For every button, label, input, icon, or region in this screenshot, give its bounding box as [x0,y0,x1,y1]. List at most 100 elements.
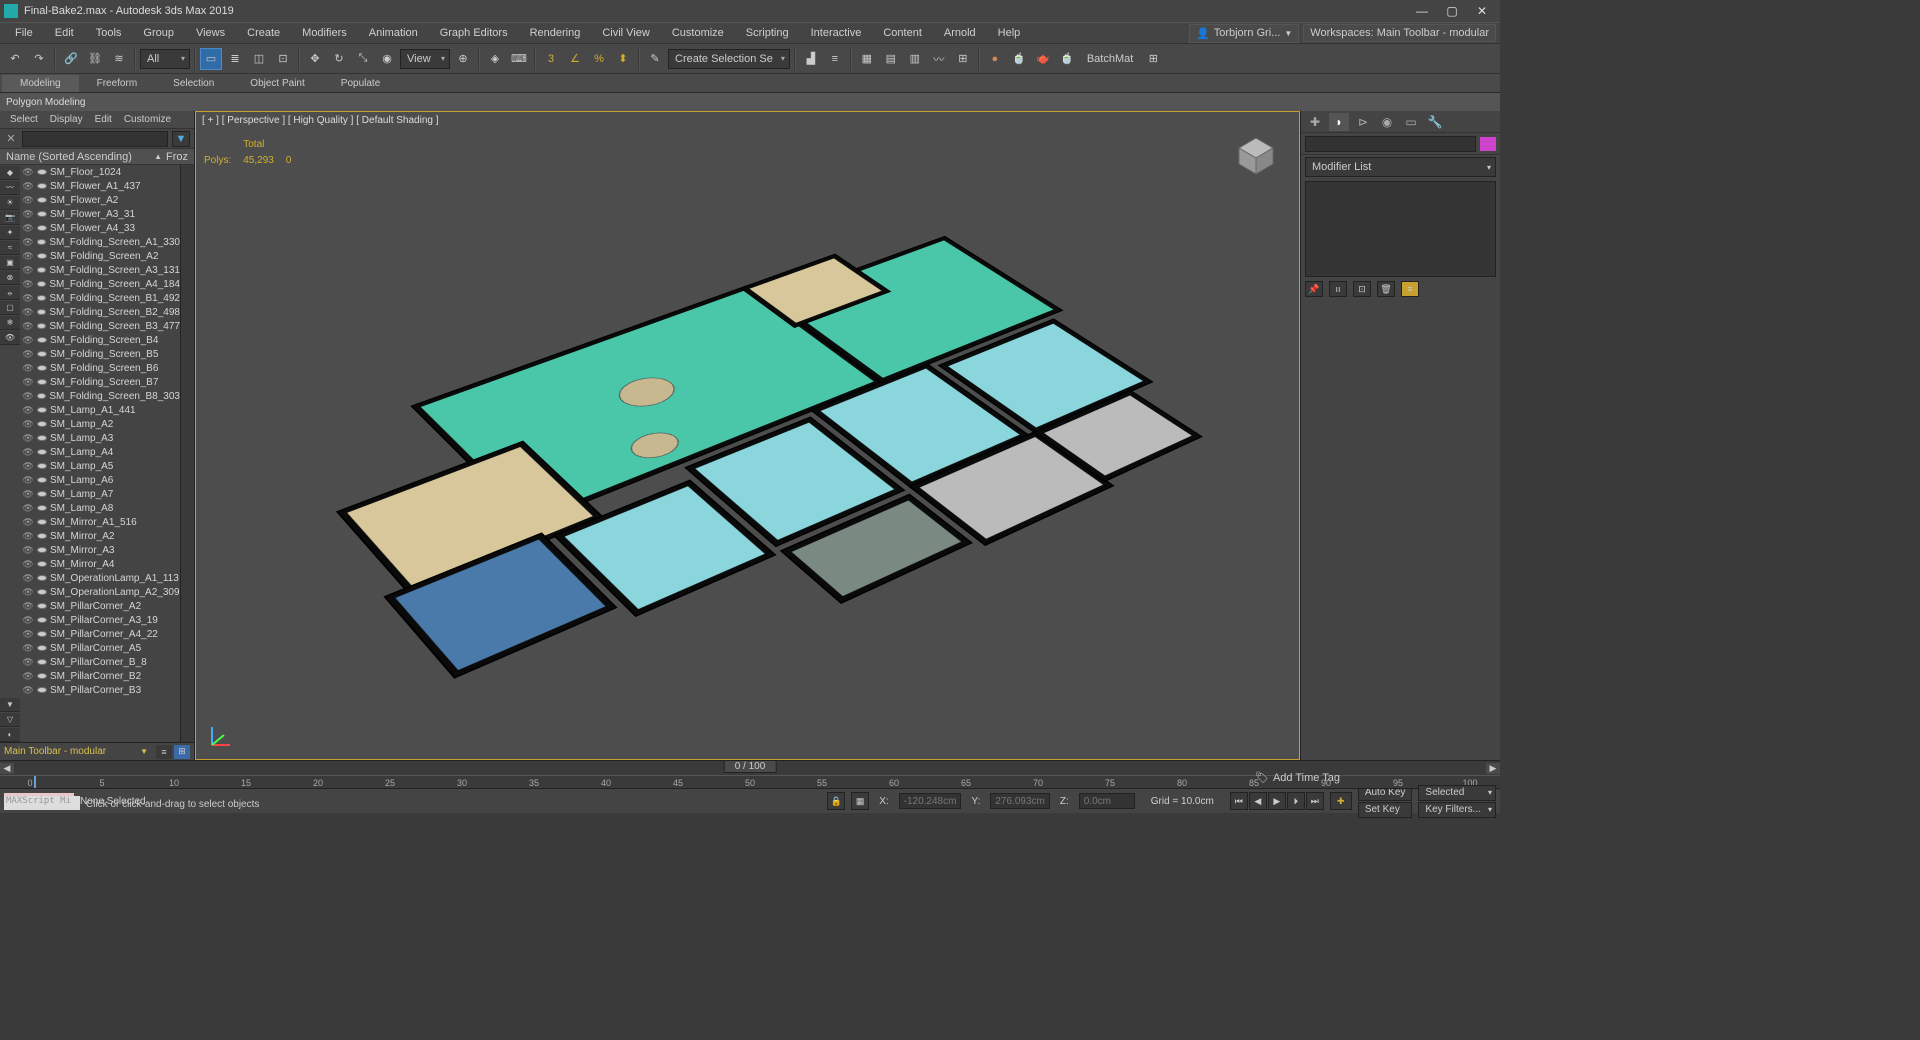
list-item[interactable]: 👁SM_Mirror_A1_516 [20,515,180,529]
visibility-icon[interactable]: 👁 [22,447,34,458]
visibility-icon[interactable]: 👁 [22,377,34,388]
filter-all-icon[interactable]: ▼ [0,698,20,712]
menu-edit[interactable]: Edit [44,24,85,42]
scale-button[interactable]: ⤡ [352,48,374,70]
set-key-button-large[interactable]: ✚ [1330,792,1352,810]
filter-cameras-icon[interactable]: 📷 [0,211,20,225]
angle-snap-button[interactable]: ∠ [564,48,586,70]
selection-filter-dropdown[interactable]: All [140,49,190,69]
freeze-icon[interactable] [37,267,47,273]
z-coord-input[interactable]: 0.0cm [1079,793,1135,809]
menu-views[interactable]: Views [185,24,236,42]
freeze-icon[interactable] [37,239,47,245]
close-button[interactable]: ✕ [1468,2,1496,20]
se-tab-edit[interactable]: Edit [95,114,112,125]
se-column-header[interactable]: Name (Sorted Ascending) ▲ Froz [0,149,194,165]
visibility-icon[interactable]: 👁 [22,559,34,570]
freeze-icon[interactable] [37,295,47,301]
freeze-icon[interactable] [37,323,47,329]
select-by-name-button[interactable]: ≣ [224,48,246,70]
cp-tab-motion[interactable]: ◉ [1377,113,1397,131]
list-item[interactable]: 👁SM_Lamp_A4 [20,445,180,459]
list-item[interactable]: 👁SM_Lamp_A5 [20,459,180,473]
freeze-icon[interactable] [37,211,47,217]
chevron-down-icon[interactable]: ▼ [140,747,148,756]
filter-spacewarps-icon[interactable]: ≈ [0,241,20,255]
visibility-icon[interactable]: 👁 [22,181,34,192]
spinner-snap-button[interactable]: ⬍ [612,48,634,70]
filter-frozen-icon[interactable]: ❄ [0,316,20,330]
cp-tab-utilities[interactable]: 🔧 [1425,113,1445,131]
visibility-icon[interactable]: 👁 [22,489,34,500]
list-item[interactable]: 👁SM_PillarCorner_B3 [20,683,180,697]
visibility-icon[interactable]: 👁 [22,209,34,220]
freeze-icon[interactable] [37,449,47,455]
key-filter-selected-dropdown[interactable]: Selected [1418,785,1496,801]
list-item[interactable]: 👁SM_PillarCorner_B2 [20,669,180,683]
filter-hidden-icon[interactable]: 👁 [0,331,20,345]
filter-helpers-icon[interactable]: ✦ [0,226,20,240]
toggle-layer-explorer-button[interactable]: ▤ [880,48,902,70]
named-selection-dropdown[interactable]: Create Selection Se [668,49,790,69]
menu-tools[interactable]: Tools [85,24,133,42]
list-item[interactable]: 👁SM_Lamp_A2 [20,417,180,431]
list-item[interactable]: 👁SM_Folding_Screen_B8_303 [20,389,180,403]
y-coord-input[interactable]: 276.093cm [990,793,1049,809]
remove-modifier-button[interactable]: 🗑 [1377,281,1395,297]
filter-none-icon[interactable]: ▽ [0,713,20,727]
menu-create[interactable]: Create [236,24,291,42]
list-item[interactable]: 👁SM_Flower_A3_31 [20,207,180,221]
list-item[interactable]: 👁SM_PillarCorner_B_8 [20,655,180,669]
list-item[interactable]: 👁SM_Folding_Screen_A3_131 [20,263,180,277]
filter-bones-icon[interactable]: ⦵ [0,286,20,300]
list-item[interactable]: 👁SM_Folding_Screen_B4 [20,333,180,347]
list-item[interactable]: 👁SM_Flower_A4_33 [20,221,180,235]
menu-scripting[interactable]: Scripting [735,24,800,42]
visibility-icon[interactable]: 👁 [22,433,34,444]
percent-snap-button[interactable]: % [588,48,610,70]
rendered-frame-button[interactable]: 🫖 [1032,48,1054,70]
list-item[interactable]: 👁SM_Folding_Screen_A1_330 [20,235,180,249]
ribbon-tab-populate[interactable]: Populate [323,75,398,92]
key-filters-button[interactable]: Key Filters... [1418,802,1496,818]
modifier-stack[interactable] [1305,181,1496,277]
filter-containers-icon[interactable]: ▢ [0,301,20,315]
menu-customize[interactable]: Customize [661,24,735,42]
list-item[interactable]: 👁SM_Floor_1024 [20,165,180,179]
user-account[interactable]: 👤 Torbjorn Gri... ▼ [1189,24,1299,43]
list-item[interactable]: 👁SM_Lamp_A6 [20,473,180,487]
ribbon-tab-modeling[interactable]: Modeling [2,75,79,92]
mirror-button[interactable]: ▟ [800,48,822,70]
show-end-result-button[interactable]: ıı [1329,281,1347,297]
list-item[interactable]: 👁SM_Folding_Screen_A4_184 [20,277,180,291]
isolate-selection-icon[interactable]: ▦ [851,792,869,810]
se-tab-customize[interactable]: Customize [124,114,171,125]
freeze-icon[interactable] [37,631,47,637]
undo-button[interactable]: ↶ [4,48,26,70]
toggle-scene-explorer-button[interactable]: ▦ [856,48,878,70]
freeze-icon[interactable] [37,561,47,567]
viewcube[interactable] [1231,130,1281,180]
list-item[interactable]: 👁SM_Flower_A1_437 [20,179,180,193]
next-frame-button[interactable]: ⏵ [1287,792,1305,810]
visibility-icon[interactable]: 👁 [22,685,34,696]
unlink-button[interactable]: ⛓ [84,48,106,70]
se-layers-icon[interactable]: ≡ [156,745,172,759]
menu-content[interactable]: Content [872,24,933,42]
list-item[interactable]: 👁SM_OperationLamp_A2_309 [20,585,180,599]
freeze-icon[interactable] [37,589,47,595]
freeze-icon[interactable] [37,477,47,483]
list-item[interactable]: 👁SM_Lamp_A1_441 [20,403,180,417]
menu-rendering[interactable]: Rendering [519,24,592,42]
placement-button[interactable]: ◉ [376,48,398,70]
se-filter-icon[interactable]: ▼ [172,131,190,147]
visibility-icon[interactable]: 👁 [22,251,34,262]
select-object-button[interactable]: ▭ [200,48,222,70]
freeze-icon[interactable] [37,575,47,581]
visibility-icon[interactable]: 👁 [22,419,34,430]
freeze-icon[interactable] [37,505,47,511]
viewport[interactable]: [ + ] [ Perspective ] [ High Quality ] [… [195,111,1300,760]
cp-tab-create[interactable]: ✚ [1305,113,1325,131]
x-coord-input[interactable]: -120.248cm [899,793,962,809]
se-hierarchy-icon[interactable]: ⊞ [174,745,190,759]
